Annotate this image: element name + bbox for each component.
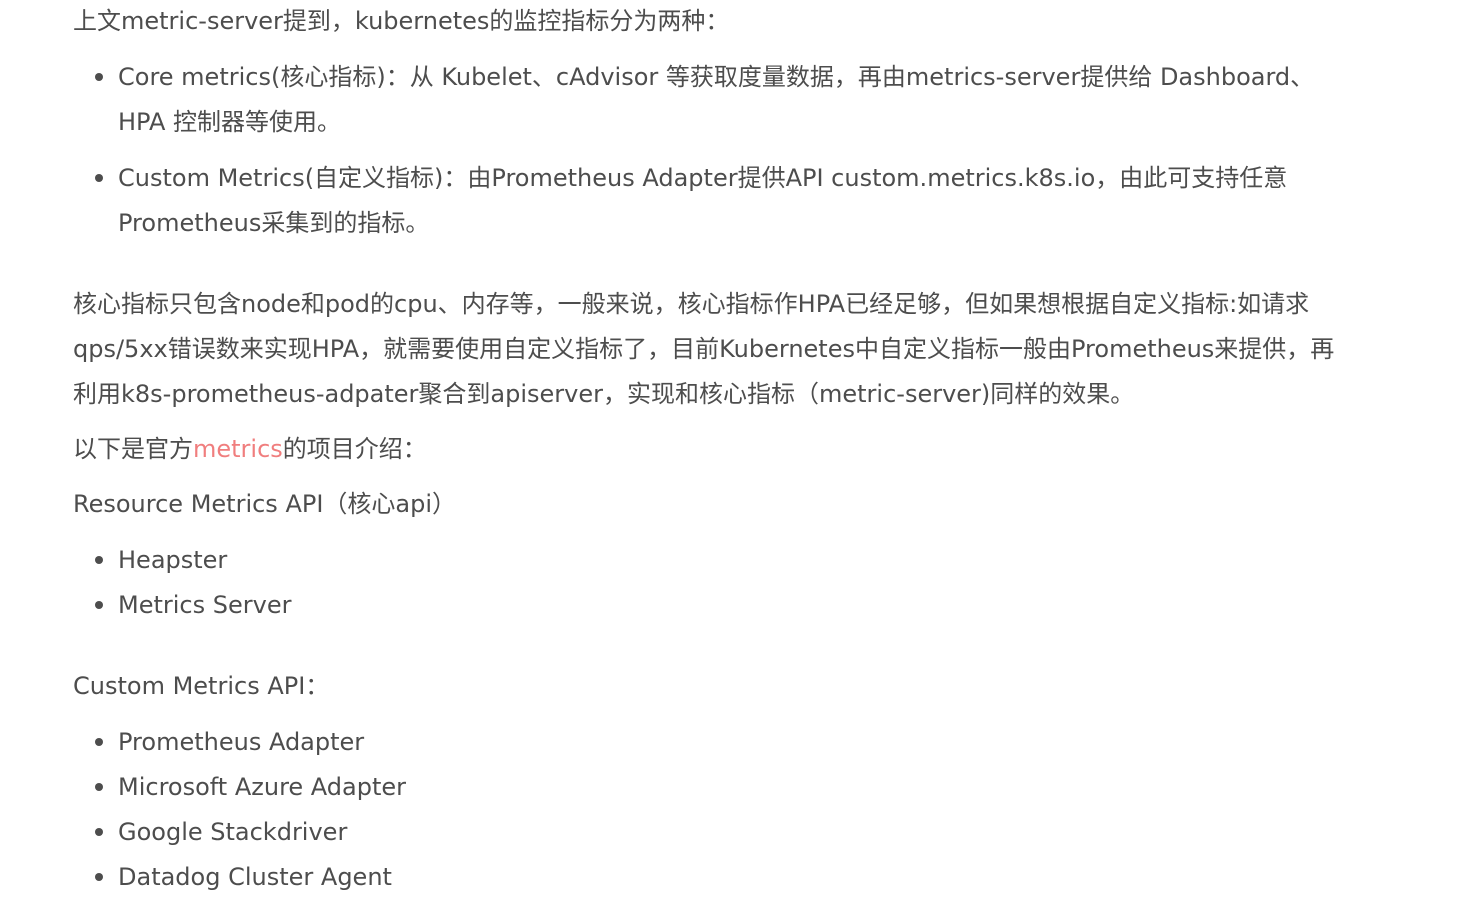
core-metrics-line1: Core metrics(核心指标)：从 Kubelet、cAdvisor 等获…	[118, 63, 1315, 91]
metrics-link[interactable]: metrics	[193, 435, 283, 463]
bullet-icon	[95, 174, 103, 182]
official-intro: 以下是官方metrics的项目介绍：	[73, 433, 427, 465]
custom-api-item: Google Stackdriver	[118, 818, 348, 846]
paragraph-line1: 核心指标只包含node和pod的cpu、内存等，一般来说，核心指标作HPA已经足…	[73, 290, 1310, 318]
bullet-icon	[95, 556, 103, 564]
bullet-icon	[95, 873, 103, 881]
resource-api-heading: Resource Metrics API（核心api）	[73, 490, 457, 518]
core-metrics-line2: HPA 控制器等使用。	[118, 108, 342, 136]
custom-metrics-line2: Prometheus采集到的指标。	[118, 209, 430, 237]
custom-metrics-line1: Custom Metrics(自定义指标)：由Prometheus Adapte…	[118, 164, 1288, 192]
bullet-icon	[95, 828, 103, 836]
bullet-icon	[95, 601, 103, 609]
paragraph-line2: qps/5xx错误数来实现HPA，就需要使用自定义指标了，目前Kubernete…	[73, 335, 1335, 363]
resource-api-item: Heapster	[118, 546, 228, 574]
official-intro-before: 以下是官方	[73, 435, 193, 463]
custom-api-item: Prometheus Adapter	[118, 728, 365, 756]
bullet-icon	[95, 73, 103, 81]
resource-api-item: Metrics Server	[118, 591, 292, 619]
official-intro-after: 的项目介绍：	[282, 435, 427, 463]
article-content: 上文metric-server提到，kubernetes的监控指标分为两种： C…	[0, 0, 1459, 901]
custom-api-item: Datadog Cluster Agent	[118, 863, 392, 891]
paragraph-line3: 利用k8s-prometheus-adpater聚合到apiserver，实现和…	[73, 380, 1135, 408]
custom-api-item: Microsoft Azure Adapter	[118, 773, 407, 801]
intro-text: 上文metric-server提到，kubernetes的监控指标分为两种：	[73, 7, 730, 35]
bullet-icon	[95, 783, 103, 791]
bullet-icon	[95, 738, 103, 746]
custom-api-heading: Custom Metrics API：	[73, 672, 330, 700]
